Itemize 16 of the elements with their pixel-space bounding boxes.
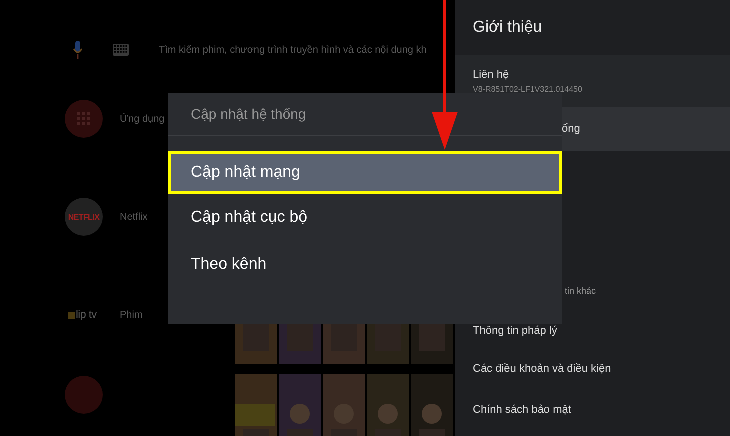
logo-square-icon bbox=[68, 312, 75, 318]
apps-icon[interactable] bbox=[65, 100, 103, 138]
settings-item[interactable]: Liên hệ V8-R851T02-LF1V321.014450 bbox=[455, 55, 730, 107]
dialog-option[interactable]: Theo kênh bbox=[168, 241, 562, 288]
app-circle-icon[interactable] bbox=[65, 376, 103, 414]
dialog-option[interactable]: Cập nhật cục bộ bbox=[168, 194, 562, 241]
dialog-option[interactable]: Cập nhật mạng bbox=[168, 151, 562, 194]
settings-item[interactable]: Các điều khoản và điều kiện bbox=[455, 349, 730, 389]
microphone-icon[interactable] bbox=[73, 41, 83, 59]
settings-item[interactable]: Chính sách bảo mật bbox=[455, 389, 730, 431]
row-label: Netflix bbox=[120, 212, 148, 222]
settings-item[interactable]: Thông tin pháp lý bbox=[455, 313, 730, 349]
panel-title: Giới thiệu bbox=[472, 18, 544, 38]
keyboard-icon[interactable] bbox=[113, 44, 129, 56]
row-label: Ứng dụng bbox=[120, 114, 165, 124]
row-label: Phim bbox=[120, 310, 143, 320]
